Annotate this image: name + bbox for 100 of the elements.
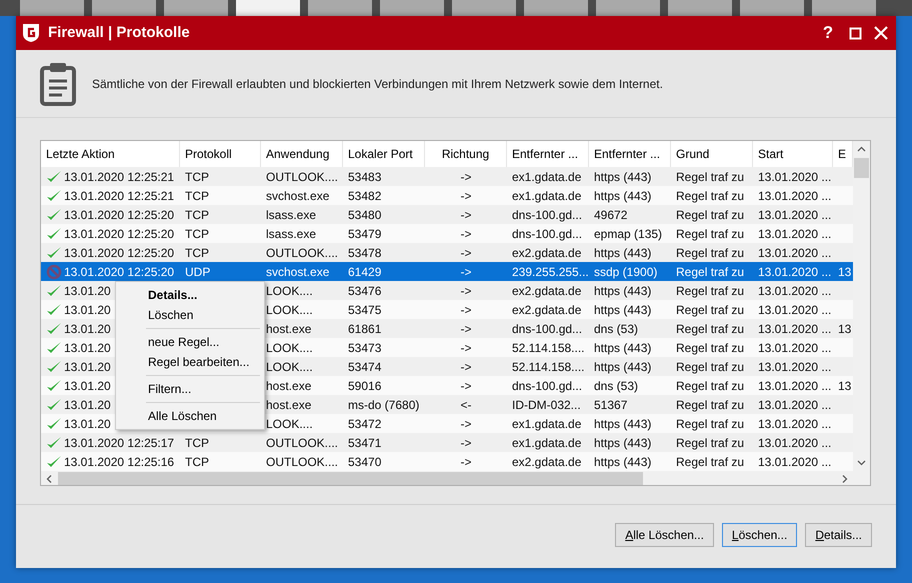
- table-cell-text: OUTLOOK....: [266, 168, 338, 186]
- table-cell-text: 53479: [348, 226, 382, 242]
- table-cell-text: 53473: [348, 340, 382, 356]
- table-cell-text: Regel traf zu: [676, 264, 744, 280]
- table-cell-text: OUTLOOK....: [266, 244, 338, 262]
- table-cell-text: 61429: [348, 264, 382, 280]
- table-cell-text: dns-100.gd...: [512, 320, 582, 338]
- table-cell-text: TCP: [185, 244, 209, 262]
- table-cell-text: 53482: [348, 188, 382, 204]
- table-cell-text: Regel traf zu: [676, 206, 744, 224]
- table-cell-text: ->: [460, 340, 472, 356]
- table-cell-text: 51367: [594, 396, 628, 414]
- table-cell-text: TCP: [185, 206, 209, 224]
- table-cell-text: 13.01.2020 12:25:20: [64, 206, 174, 224]
- table-cell-text: LOOK....: [266, 416, 313, 432]
- table-cell-text: 13.01.20: [64, 340, 111, 356]
- table-cell-text: 53476: [348, 282, 382, 300]
- table-cell-text: dns (53): [594, 378, 638, 394]
- table-cell-text: host.exe: [266, 320, 312, 338]
- table-cell-text: 53475: [348, 302, 382, 318]
- table-cell-text: https (443): [594, 416, 652, 432]
- table-cell-text: ex2.gdata.de: [512, 302, 582, 318]
- table-cell-text: ex1.gdata.de: [512, 416, 582, 432]
- table-cell-text: 13.01.2020 12:25:20: [64, 244, 174, 262]
- table-cell-text: ex2.gdata.de: [512, 282, 582, 300]
- table-cell-text: Regel traf zu: [676, 340, 744, 356]
- table-cell-text: ssdp (1900): [594, 264, 658, 280]
- table-cell-text: 49672: [594, 206, 628, 224]
- table-cell-text: TCP: [185, 226, 209, 242]
- table-cell-text: 59016: [348, 378, 382, 394]
- table-cell-text: 13.01.2020 12:25:21: [64, 188, 174, 204]
- table-cell-text: ->: [460, 378, 472, 394]
- table-cell-text: ->: [460, 416, 472, 432]
- table-cell-text: 53472: [348, 416, 382, 432]
- table-cell-text: 13.01.2020 ...: [758, 416, 832, 432]
- table-cell-text: 13.01.20: [64, 358, 111, 376]
- table-cell-text: ex1.gdata.de: [512, 434, 582, 452]
- table-cell-text: 13.01.2020 ...: [758, 264, 832, 280]
- table-cell-text: ->: [460, 226, 472, 242]
- table-cell-text: https (443): [594, 434, 652, 452]
- table-cell-text: <-: [460, 396, 472, 414]
- table-cell-text: TCP: [185, 168, 209, 186]
- table-cell-text: ex2.gdata.de: [512, 244, 582, 262]
- table-cell-text: OUTLOOK....: [266, 434, 338, 452]
- table-cell-text: ->: [460, 168, 472, 186]
- table-cell-text: 13: [838, 320, 852, 338]
- table-cell-text: 53480: [348, 206, 382, 224]
- table-cell-text: UDP: [185, 264, 210, 280]
- table-cell-text: Regel traf zu: [676, 396, 744, 414]
- table-cell-text: 13.01.20: [64, 282, 111, 300]
- table-cell-text: 13.01.2020 12:25:20: [64, 226, 174, 242]
- table-cell-text: Regel traf zu: [676, 454, 744, 470]
- table-cell-text: ->: [460, 434, 472, 452]
- table-cell-text: ->: [460, 264, 472, 280]
- table-cell-text: https (443): [594, 168, 652, 186]
- table-cell-text: 13.01.20: [64, 378, 111, 394]
- table-cell-text: epmap (135): [594, 226, 662, 242]
- table-cell-text: 13.01.2020 ...: [758, 168, 832, 186]
- table-cell-text: TCP: [185, 454, 209, 470]
- table-cell-text: https (443): [594, 188, 652, 204]
- table-cell-text: ->: [460, 454, 472, 470]
- table-cell-text: 13.01.2020 12:25:21: [64, 168, 174, 186]
- table-cell-text: ms-do (7680): [348, 396, 420, 414]
- table-cell-text: 13.01.20: [64, 416, 111, 432]
- table-cell-text: ID-DM-032...: [512, 396, 581, 414]
- table-cell-text: lsass.exe: [266, 226, 316, 242]
- table-cell-text: 13.01.2020 ...: [758, 378, 832, 394]
- table-cell-text: 52.114.158....: [512, 340, 585, 356]
- table-cell-text: https (443): [594, 302, 652, 318]
- table-cell-text: Regel traf zu: [676, 282, 744, 300]
- table-cell-text: ex2.gdata.de: [512, 454, 582, 470]
- table-cell-text: Regel traf zu: [676, 302, 744, 318]
- table-cell-text: Regel traf zu: [676, 320, 744, 338]
- table-cell-text: ->: [460, 206, 472, 224]
- table-cell-text: 13.01.2020 ...: [758, 188, 832, 204]
- table-cell-text: 13.01.2020 12:25:17: [64, 434, 174, 452]
- table-cell-text: host.exe: [266, 378, 312, 394]
- table-cell-text: ->: [460, 244, 472, 262]
- table-cell-text: 13.01.2020 ...: [758, 434, 832, 452]
- table-cell-text: 13.01.2020 ...: [758, 454, 832, 470]
- table-cell-text: dns-100.gd...: [512, 226, 582, 242]
- table-cell-text: https (443): [594, 282, 652, 300]
- table-cell-text: host.exe: [266, 396, 312, 414]
- table-cell-text: 13.01.2020 ...: [758, 396, 832, 414]
- table-cell-text: ex1.gdata.de: [512, 188, 582, 204]
- table-cell-text: 61861: [348, 320, 382, 338]
- table-cell-text: https (443): [594, 244, 652, 262]
- table-cell-text: 13.01.2020 ...: [758, 340, 832, 356]
- table-cell-text: Regel traf zu: [676, 168, 744, 186]
- table-cell-text: 13.01.2020 ...: [758, 358, 832, 376]
- table-cell-text: 53470: [348, 454, 382, 470]
- table-cell-text: 53478: [348, 244, 382, 262]
- table-cell-text: LOOK....: [266, 282, 313, 300]
- table-cell-text: svchost.exe: [266, 188, 330, 204]
- table-cell-text: 13.01.2020 12:25:16: [64, 454, 174, 470]
- table-cell-text: 13.01.20: [64, 320, 111, 338]
- table-cell-text: OUTLOOK....: [266, 454, 338, 470]
- table-cell-text: 239.255.255...: [512, 264, 589, 280]
- table-cell-text: Regel traf zu: [676, 358, 744, 376]
- table-cell-text: 13.01.2020 ...: [758, 302, 832, 318]
